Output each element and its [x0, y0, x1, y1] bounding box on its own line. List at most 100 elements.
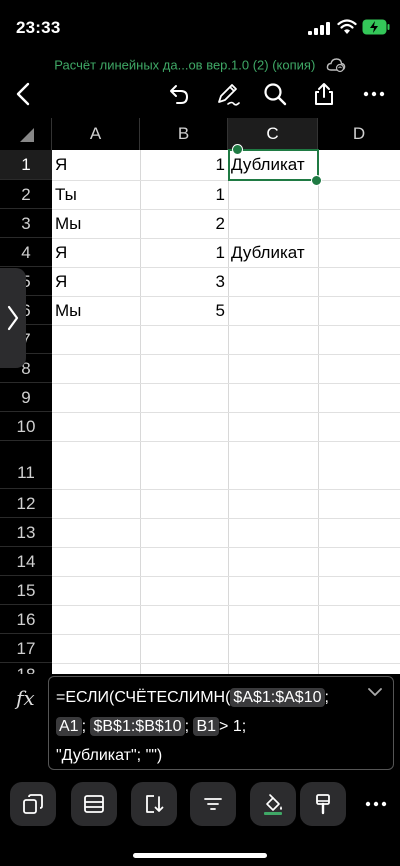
cell-b1[interactable]: 1: [140, 150, 228, 179]
row-header-14[interactable]: 14: [0, 547, 52, 576]
selection-handle-top[interactable]: [232, 144, 243, 155]
more-options-button[interactable]: [358, 78, 390, 110]
formula-text: ;: [81, 718, 87, 735]
battery-charging-icon: [362, 19, 390, 35]
filter-button[interactable]: [190, 782, 236, 826]
filter-icon: [204, 798, 222, 810]
chevron-down-icon[interactable]: [367, 687, 383, 697]
formula-text: "Дубликат"; ""): [56, 747, 163, 764]
draw-button[interactable]: [212, 78, 244, 110]
chevron-left-icon: [16, 82, 30, 106]
row-header-4[interactable]: 4: [0, 238, 52, 267]
formula-text: ;: [184, 718, 190, 735]
grid-line: [52, 634, 400, 635]
format-painter-button[interactable]: [300, 782, 346, 826]
row-header-2[interactable]: 2: [0, 180, 52, 209]
cell-format-icon: [23, 794, 43, 814]
formula-input[interactable]: =ЕСЛИ(СЧЁТЕСЛИМН($A$1:$A$10; A1; $B$1:$B…: [48, 676, 394, 770]
cell-a5[interactable]: Я: [52, 267, 140, 296]
selection-handle-bottom[interactable]: [311, 175, 322, 186]
row-header-17[interactable]: 17: [0, 634, 52, 663]
status-bar: 23:33: [0, 0, 400, 50]
row-header-18[interactable]: 18: [0, 663, 52, 674]
undo-icon: [170, 85, 188, 104]
grid-line: [52, 383, 400, 384]
cell-b5[interactable]: 3: [140, 267, 228, 296]
more-icon: [365, 801, 387, 807]
cell-a4[interactable]: Я: [52, 238, 140, 267]
cell-b2[interactable]: 1: [140, 180, 228, 209]
cell-c4[interactable]: Дубликат: [228, 238, 318, 267]
grid-line: [52, 518, 400, 519]
cell-area[interactable]: Я 1 Дубликат Ты 1 Мы 2 Я 1 Дубликат Я 3 …: [52, 144, 400, 674]
draw-pen-icon: [218, 84, 240, 106]
more-tools-button[interactable]: [360, 790, 392, 818]
home-indicator[interactable]: [133, 853, 267, 858]
grid-line: [52, 605, 400, 606]
top-toolbar: [0, 74, 400, 114]
document-title[interactable]: Расчёт линейных да...ов вер.1.0 (2) (коп…: [54, 57, 315, 72]
chevron-right-icon: [7, 305, 19, 331]
select-all-corner[interactable]: [0, 118, 52, 150]
column-header-a[interactable]: A: [52, 118, 140, 150]
column-header-row: A B C D: [0, 118, 400, 150]
fx-label: fx: [16, 686, 35, 710]
formula-reference[interactable]: $A$1:$A$10: [230, 688, 325, 707]
row-header-10[interactable]: 10: [0, 412, 52, 441]
grid-line: [52, 354, 400, 355]
search-icon: [264, 83, 287, 106]
column-header-b[interactable]: B: [140, 118, 228, 150]
grid-line: [52, 412, 400, 413]
row-header-12[interactable]: 12: [0, 489, 52, 518]
cell-b3[interactable]: 2: [140, 209, 228, 238]
side-panel-toggle[interactable]: [0, 268, 26, 368]
format-painter-icon: [316, 794, 330, 815]
grid-line: [52, 576, 400, 577]
more-icon: [363, 91, 385, 97]
cell-a2[interactable]: Ты: [52, 180, 140, 209]
row-header-9[interactable]: 9: [0, 383, 52, 412]
cell-b4[interactable]: 1: [140, 238, 228, 267]
cellular-signal-icon: [308, 22, 330, 35]
grid-line: [52, 489, 400, 490]
cell-a6[interactable]: Мы: [52, 296, 140, 325]
cloud-sync-icon: [326, 58, 345, 72]
cell-format-button[interactable]: [10, 782, 56, 826]
cell-a3[interactable]: Мы: [52, 209, 140, 238]
grid-line: [52, 547, 400, 548]
cell-b6[interactable]: 5: [140, 296, 228, 325]
search-button[interactable]: [259, 78, 291, 110]
formula-reference[interactable]: $B$1:$B$10: [90, 717, 185, 736]
formula-reference[interactable]: A1: [56, 717, 82, 736]
grid-line: [52, 663, 400, 664]
fill-color-button[interactable]: [250, 782, 296, 826]
fill-color-icon: [264, 794, 282, 815]
insert-row-icon: [84, 795, 104, 813]
row-header-3[interactable]: 3: [0, 209, 52, 238]
formula-reference[interactable]: B1: [193, 717, 220, 736]
row-header-13[interactable]: 13: [0, 518, 52, 547]
insert-row-button[interactable]: [71, 782, 117, 826]
formula-bar: fx =ЕСЛИ(СЧЁТЕСЛИМН($A$1:$A$10; A1; $B$1…: [0, 674, 400, 770]
cell-selection-box: [228, 149, 319, 181]
undo-button[interactable]: [162, 78, 194, 110]
row-header-11[interactable]: 11: [0, 441, 52, 489]
formula-text: > 1;: [219, 718, 247, 735]
spreadsheet-grid[interactable]: A B C D 1 2 3 4 5 6 7 8 9 10 11 12 13 14…: [0, 118, 400, 674]
share-button[interactable]: [308, 78, 340, 110]
share-icon: [315, 83, 333, 105]
cell-a1[interactable]: Я: [52, 150, 140, 179]
formula-text: ;: [324, 689, 329, 706]
row-header-15[interactable]: 15: [0, 576, 52, 605]
back-button[interactable]: [8, 78, 40, 110]
status-time: 23:33: [16, 18, 61, 37]
formula-text: =ЕСЛИ(СЧЁТЕСЛИМН(: [56, 689, 231, 706]
sort-button[interactable]: [131, 782, 177, 826]
select-all-icon: [20, 128, 34, 142]
row-header-1[interactable]: 1: [0, 150, 52, 180]
row-header-16[interactable]: 16: [0, 605, 52, 634]
wifi-icon: [337, 19, 357, 34]
grid-line: [52, 325, 400, 326]
column-header-d[interactable]: D: [318, 118, 400, 150]
bottom-toolbar: [0, 776, 400, 866]
